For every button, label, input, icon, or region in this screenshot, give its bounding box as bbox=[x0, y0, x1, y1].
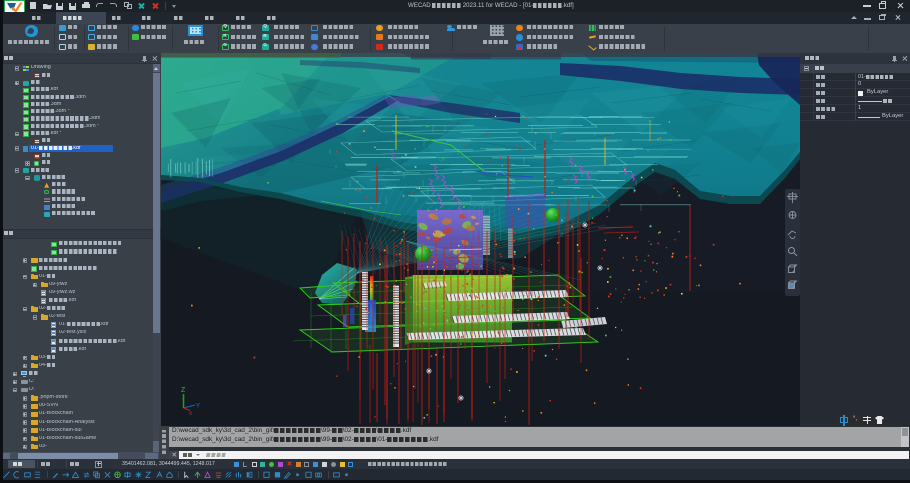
svg-text:Y: Y bbox=[196, 404, 200, 410]
svg-text:Z: Z bbox=[181, 387, 186, 394]
